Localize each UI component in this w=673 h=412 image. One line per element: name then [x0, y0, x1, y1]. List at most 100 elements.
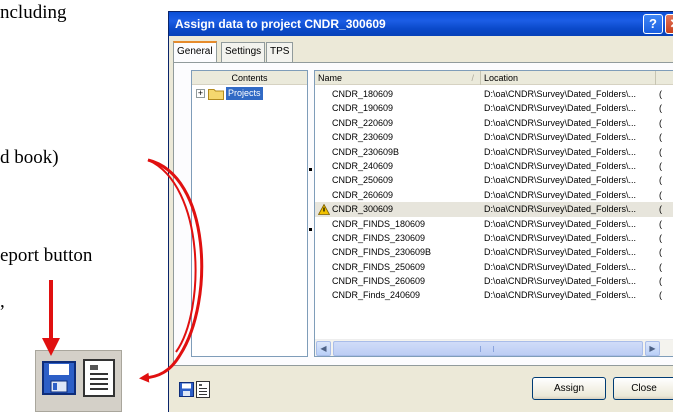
cell-name: CNDR_260609	[332, 189, 394, 200]
contents-header[interactable]: Contents	[192, 71, 307, 85]
cell-extra: (	[659, 117, 662, 128]
column-header-extra[interactable]	[656, 71, 673, 85]
cell-location: D:\oa\CNDR\Survey\Dated_Folders\...	[484, 160, 637, 171]
assign-button[interactable]: Assign	[532, 377, 606, 400]
cell-location: D:\oa\CNDR\Survey\Dated_Folders\...	[484, 175, 637, 186]
splitter-grip	[309, 168, 312, 171]
cell-extra: (	[659, 103, 662, 114]
cell-location: D:\oa\CNDR\Survey\Dated_Folders\...	[484, 204, 637, 215]
cell-extra: (	[659, 290, 662, 301]
window-close-button[interactable]: ✕	[665, 14, 673, 34]
table-row[interactable]: CNDR_240609 D:\oa\CNDR\Survey\Dated_Folde…	[315, 159, 673, 173]
thumb-grip-icon	[480, 346, 494, 352]
expand-icon[interactable]: +	[196, 89, 205, 98]
close-button[interactable]: Close	[613, 377, 673, 400]
tab-settings[interactable]: Settings	[221, 42, 266, 62]
save-icon[interactable]	[179, 382, 194, 397]
document-text-line: d book)	[0, 147, 59, 168]
save-icon	[42, 361, 76, 395]
zoomed-toolbar-inset	[35, 350, 122, 412]
help-button[interactable]: ?	[643, 14, 663, 34]
tab-tps[interactable]: TPS	[266, 42, 294, 62]
column-header-label: Name	[318, 73, 343, 83]
cell-location: D:\oa\CNDR\Survey\Dated_Folders\...	[484, 276, 637, 287]
scroll-thumb[interactable]	[333, 341, 643, 356]
list-rows: CNDR_180609 D:\oa\CNDR\Survey\Dated_Folde…	[315, 87, 673, 303]
cell-extra: (	[659, 261, 662, 272]
table-row[interactable]: CNDR_FINDS_180609 D:\oa\CNDR\Survey\Dated…	[315, 217, 673, 231]
report-icon	[83, 359, 115, 397]
cell-name: CNDR_250609	[332, 175, 394, 186]
cell-name: CNDR_FINDS_260609	[332, 276, 426, 287]
scroll-right-button[interactable]: ▶	[645, 341, 660, 356]
cell-extra: (	[659, 276, 662, 287]
table-row[interactable]: CNDR_260609 D:\oa\CNDR\Survey\Dated_Folde…	[315, 188, 673, 202]
cell-location: D:\oa\CNDR\Survey\Dated_Folders\...	[484, 117, 637, 128]
warning-icon	[318, 204, 330, 216]
document-text-line: ,	[0, 291, 5, 312]
contents-tree[interactable]: Contents + Projects	[191, 70, 308, 357]
cell-extra: (	[659, 146, 662, 157]
cell-extra: (	[659, 132, 662, 143]
list-header: Name / Location	[315, 71, 673, 85]
cell-name: CNDR_FINDS_180609	[332, 218, 426, 229]
splitter-grip	[309, 228, 312, 231]
cell-location: D:\oa\CNDR\Survey\Dated_Folders\...	[484, 146, 637, 157]
table-row[interactable]: CNDR_Finds_240609 D:\oa\CNDR\Survey\Dated…	[315, 288, 673, 302]
dialog-footer: Assign Close	[169, 368, 673, 412]
cell-location: D:\oa\CNDR\Survey\Dated_Folders\...	[484, 103, 637, 114]
table-row[interactable]: CNDR_250609 D:\oa\CNDR\Survey\Dated_Folde…	[315, 173, 673, 187]
general-tab-panel: Contents + Projects Name / Location CNDR…	[173, 62, 673, 366]
cell-name: CNDR_FINDS_230609	[332, 232, 426, 243]
cell-extra: (	[659, 204, 662, 215]
table-row[interactable]: CNDR_FINDS_230609B D:\oa\CNDR\Survey\Date…	[315, 245, 673, 259]
cell-location: D:\oa\CNDR\Survey\Dated_Folders\...	[484, 290, 637, 301]
cell-location: D:\oa\CNDR\Survey\Dated_Folders\...	[484, 247, 637, 258]
dialog-title: Assign data to project CNDR_300609	[175, 17, 386, 31]
report-icon[interactable]	[196, 381, 210, 398]
horizontal-scrollbar[interactable]: ◀ ▶	[315, 339, 673, 356]
document-text-line: ncluding	[0, 2, 67, 23]
cell-name: CNDR_Finds_240609	[332, 290, 421, 301]
tab-general[interactable]: General	[173, 41, 217, 63]
column-header-location[interactable]: Location	[481, 71, 656, 85]
assign-data-dialog: Assign data to project CNDR_300609 ? ✕ G…	[168, 11, 673, 412]
cell-name: CNDR_230609	[332, 132, 394, 143]
cell-name: CNDR_FINDS_230609B	[332, 247, 432, 258]
cell-extra: (	[659, 247, 662, 258]
table-row[interactable]: CNDR_FINDS_260609 D:\oa\CNDR\Survey\Dated…	[315, 274, 673, 288]
table-row[interactable]: CNDR_190609 D:\oa\CNDR\Survey\Dated_Folde…	[315, 101, 673, 115]
cell-extra: (	[659, 160, 662, 171]
cell-extra: (	[659, 89, 662, 99]
document-text-line: eport button	[0, 245, 93, 266]
cell-name: CNDR_220609	[332, 117, 394, 128]
column-header-name[interactable]: Name /	[315, 71, 481, 85]
project-list[interactable]: Name / Location CNDR_180609 D:\oa\CNDR\Su…	[314, 70, 673, 357]
cell-location: D:\oa\CNDR\Survey\Dated_Folders\...	[484, 189, 637, 200]
cell-location: D:\oa\CNDR\Survey\Dated_Folders\...	[484, 132, 637, 143]
cell-location: D:\oa\CNDR\Survey\Dated_Folders\...	[484, 261, 637, 272]
folder-icon	[208, 89, 224, 100]
table-row[interactable]: CNDR_220609 D:\oa\CNDR\Survey\Dated_Folde…	[315, 116, 673, 130]
table-row[interactable]: CNDR_230609B D:\oa\CNDR\Survey\Dated_Fold…	[315, 145, 673, 159]
tree-item-label[interactable]: Projects	[226, 87, 263, 100]
scroll-left-button[interactable]: ◀	[316, 341, 331, 356]
table-row[interactable]: CNDR_180609 D:\oa\CNDR\Survey\Dated_Folde…	[315, 87, 673, 101]
table-row[interactable]: CNDR_300609 D:\oa\CNDR\Survey\Dated_Folde…	[315, 202, 673, 217]
cell-location: D:\oa\CNDR\Survey\Dated_Folders\...	[484, 218, 637, 229]
table-row[interactable]: CNDR_FINDS_250609 D:\oa\CNDR\Survey\Dated…	[315, 260, 673, 274]
cell-name: CNDR_190609	[332, 103, 394, 114]
cell-extra: (	[659, 232, 662, 243]
sort-indicator-icon: /	[471, 73, 474, 83]
cell-name: CNDR_FINDS_250609	[332, 261, 426, 272]
table-row[interactable]: CNDR_230609 D:\oa\CNDR\Survey\Dated_Folde…	[315, 130, 673, 144]
title-bar[interactable]: Assign data to project CNDR_300609 ? ✕	[169, 12, 673, 36]
cell-extra: (	[659, 218, 662, 229]
cell-extra: (	[659, 189, 662, 200]
table-row[interactable]: CNDR_FINDS_230609 D:\oa\CNDR\Survey\Dated…	[315, 231, 673, 245]
cell-location: D:\oa\CNDR\Survey\Dated_Folders\...	[484, 232, 637, 243]
cell-name: CNDR_300609	[332, 204, 394, 215]
cell-name: CNDR_240609	[332, 160, 394, 171]
cell-name: CNDR_180609	[332, 89, 394, 99]
cell-extra: (	[659, 175, 662, 186]
